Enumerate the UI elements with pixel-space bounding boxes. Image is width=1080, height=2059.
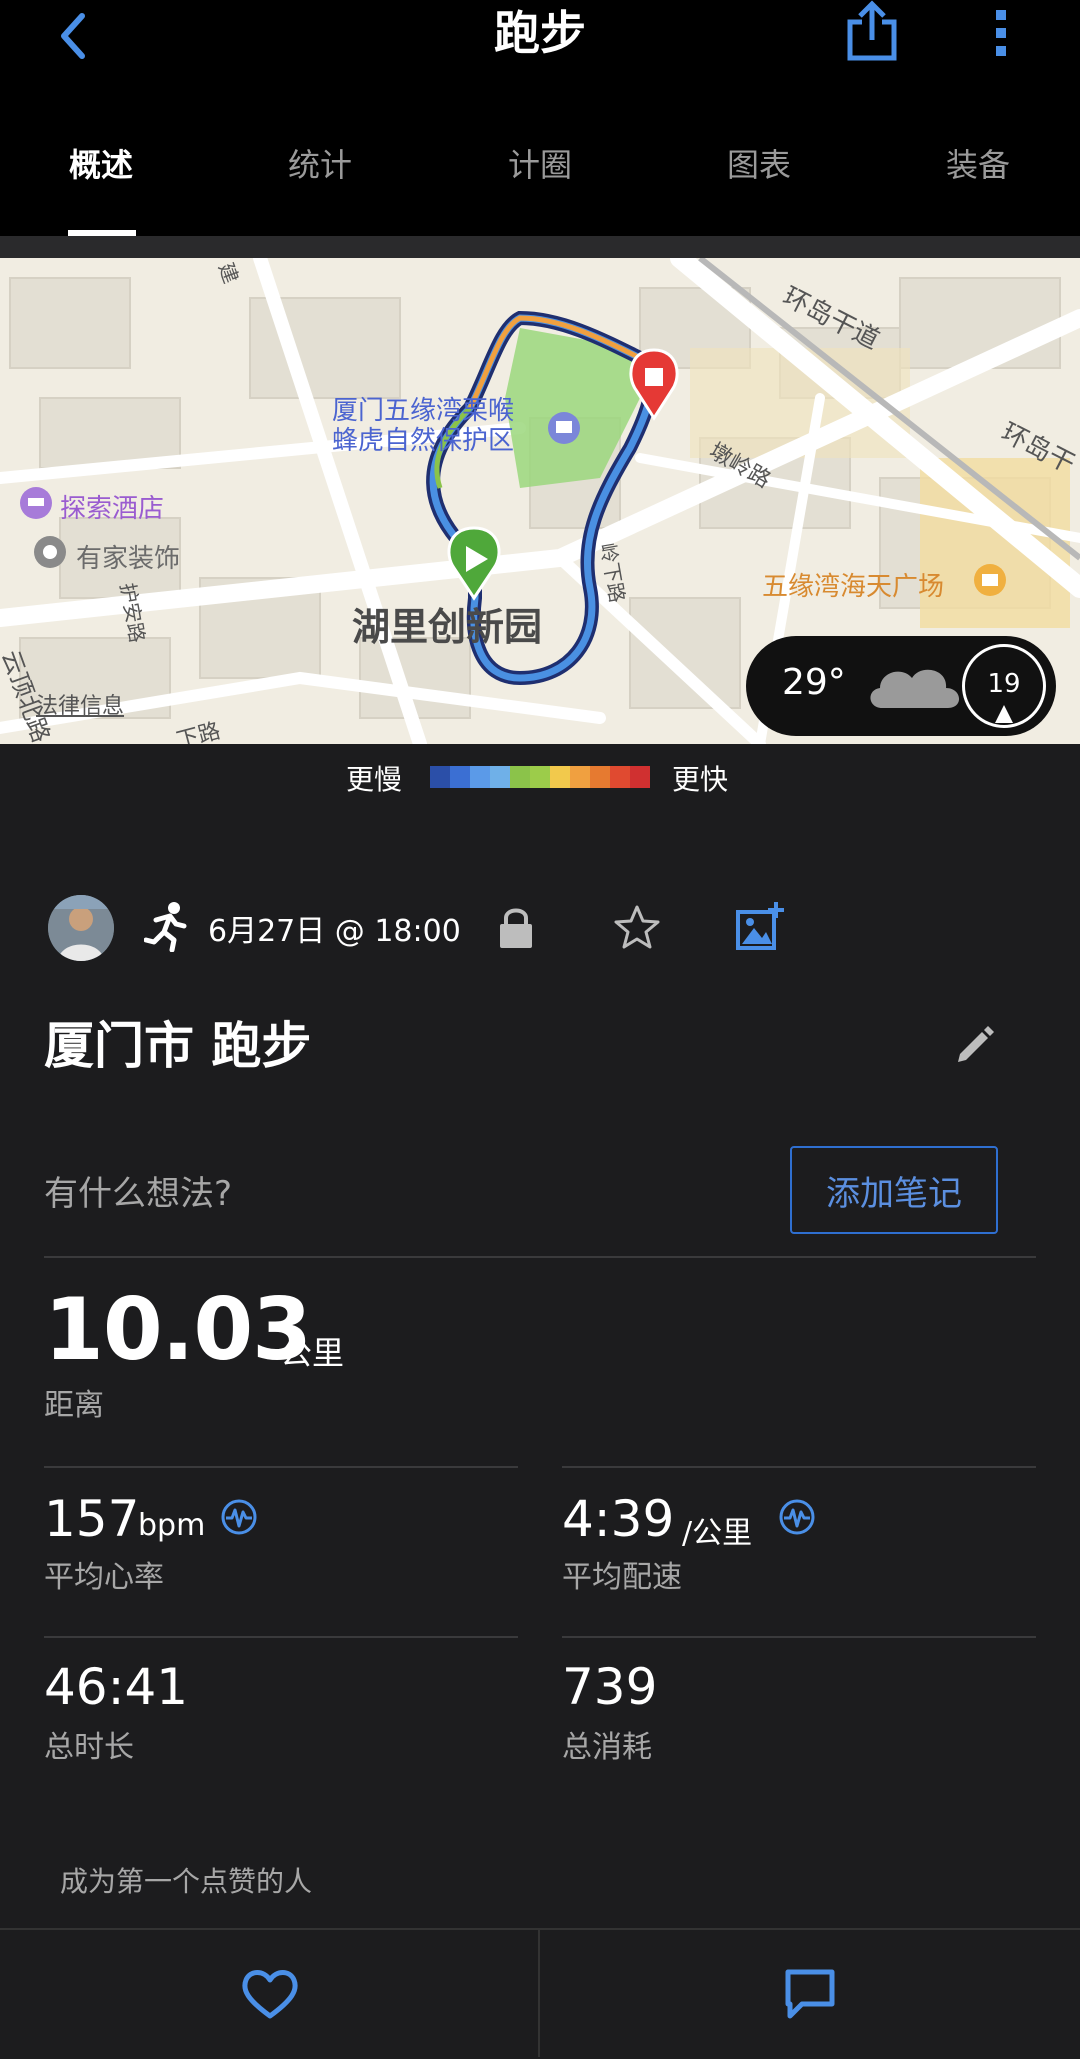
add-photo-icon[interactable]: [734, 900, 786, 952]
pace-swatch: [450, 766, 470, 788]
map-label-hotel: 探索酒店: [60, 494, 165, 524]
wind-compass: 19: [962, 644, 1046, 728]
activity-title: 厦门市 跑步: [44, 1017, 312, 1075]
map-label-park: 湖里创新园: [352, 605, 543, 649]
divider: [562, 1636, 1036, 1638]
comment-icon[interactable]: [782, 1966, 838, 2022]
heart-rate-unit: bpm: [138, 1508, 206, 1543]
activity-datetime: 6月27日 @ 18:00: [208, 914, 461, 949]
heart-rate-value: 157: [44, 1490, 140, 1548]
bottom-bar-divider: [538, 1930, 540, 2057]
edit-pencil-icon[interactable]: [952, 1024, 996, 1068]
weather-pill[interactable]: 29° 19: [746, 636, 1056, 736]
calories-value: 739: [562, 1658, 658, 1716]
tab-gear[interactable]: 装备: [903, 140, 1053, 186]
notes-prompt: 有什么想法?: [44, 1174, 233, 1214]
legend-faster-label: 更快: [672, 763, 729, 796]
running-icon: [143, 900, 188, 953]
pace-unit: /公里: [682, 1516, 753, 1551]
pace-swatch: [630, 766, 650, 788]
share-icon[interactable]: [842, 0, 902, 62]
pace-swatch: [550, 766, 570, 788]
lock-icon[interactable]: [498, 906, 534, 950]
map-label-plaza: 五缘湾海天广场: [762, 572, 945, 602]
tab-laps[interactable]: 计圈: [465, 140, 615, 186]
tab-charts[interactable]: 图表: [684, 140, 834, 186]
pace-value: 4:39: [562, 1490, 675, 1548]
more-vertical-icon[interactable]: [980, 4, 1024, 64]
calories-label: 总消耗: [562, 1730, 652, 1765]
heart-rate-label: 平均心率: [44, 1560, 164, 1595]
pace-swatch: [570, 766, 590, 788]
wind-speed: 19: [987, 669, 1021, 699]
weather-temperature: 29°: [782, 662, 846, 703]
distance-label: 距离: [44, 1388, 104, 1423]
map-label-reserve: 厦门五缘湾栗喉 蜂虎自然保护区: [332, 396, 515, 456]
pace-gradient: [430, 766, 650, 788]
legend-slower-label: 更慢: [346, 763, 403, 796]
pace-swatch: [610, 766, 630, 788]
kudos-text: 成为第一个点赞的人: [60, 1865, 313, 1898]
route-map[interactable]: 厦门五缘湾栗喉 蜂虎自然保护区 探索酒店 有家装饰 湖里创新园 五缘湾海天广场 …: [0, 258, 1080, 744]
distance-unit: 公里: [280, 1334, 345, 1372]
duration-value: 46:41: [44, 1658, 189, 1716]
bottom-action-bar: [0, 1928, 1080, 2059]
divider: [44, 1466, 518, 1468]
pace-label: 平均配速: [562, 1560, 682, 1595]
tab-overview[interactable]: 概述: [26, 140, 176, 186]
heart-icon[interactable]: [240, 1966, 300, 2022]
wind-direction-icon: [995, 705, 1013, 723]
tab-stats[interactable]: 统计: [245, 140, 395, 186]
pace-swatch: [490, 766, 510, 788]
divider: [44, 1256, 1036, 1258]
cloud-icon: [862, 658, 968, 714]
page-title: 跑步: [494, 6, 586, 60]
pace-swatch: [590, 766, 610, 788]
header-separator: [0, 236, 1080, 258]
map-legal-link[interactable]: 法律信息: [36, 688, 124, 720]
heart-rate-icon[interactable]: [220, 1498, 258, 1536]
divider: [44, 1636, 518, 1638]
star-icon[interactable]: [614, 904, 660, 950]
pace-swatch: [530, 766, 550, 788]
divider: [562, 1466, 1036, 1468]
pace-info-icon[interactable]: [778, 1498, 816, 1536]
add-note-button[interactable]: 添加笔记: [790, 1146, 998, 1234]
pace-swatch: [510, 766, 530, 788]
map-label-decor: 有家装饰: [76, 544, 181, 574]
duration-label: 总时长: [44, 1730, 134, 1765]
avatar[interactable]: [48, 895, 114, 961]
distance-value: 10.03: [44, 1280, 312, 1380]
pace-swatch: [470, 766, 490, 788]
pace-swatch: [430, 766, 450, 788]
